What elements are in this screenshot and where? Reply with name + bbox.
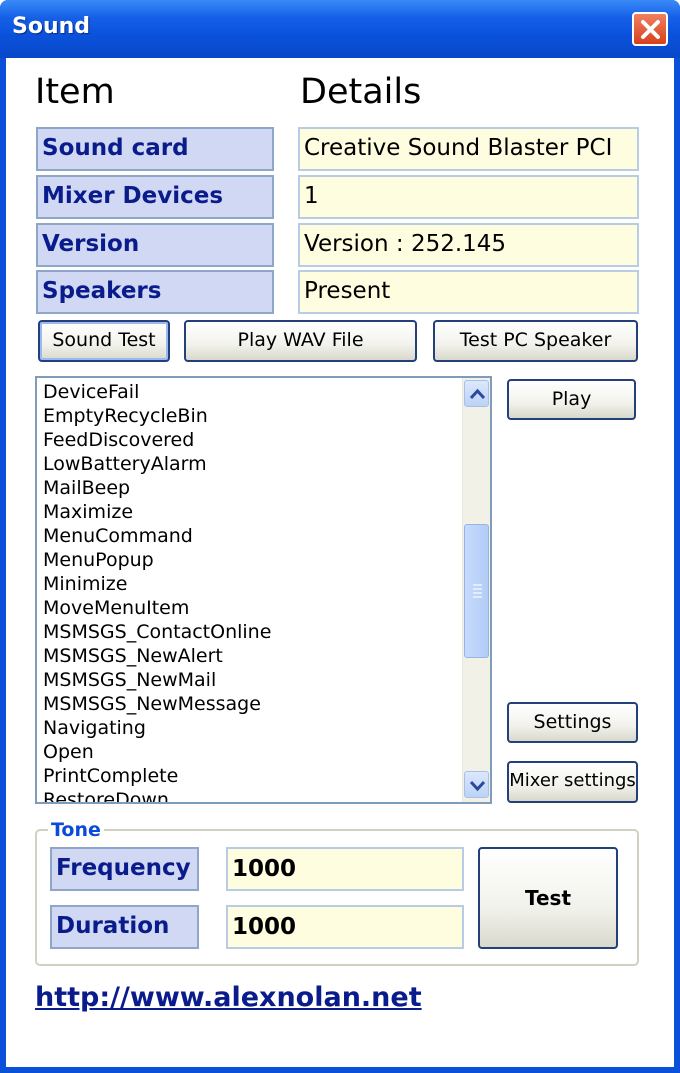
- scroll-thumb[interactable]: [464, 524, 489, 658]
- details-header: Details: [300, 72, 422, 112]
- list-scrollbar[interactable]: [462, 378, 490, 802]
- play-wav-file-button[interactable]: Play WAV File: [184, 320, 417, 362]
- sound-test-button[interactable]: Sound Test: [38, 320, 170, 362]
- sound-events-list[interactable]: DeviceFail EmptyRecycleBin FeedDiscovere…: [35, 376, 492, 804]
- list-item[interactable]: EmptyRecycleBin: [37, 404, 462, 428]
- duration-field[interactable]: 1000: [226, 905, 464, 949]
- frequency-label: Frequency: [50, 847, 199, 891]
- item-cell-mixer-devices: Mixer Devices: [36, 175, 274, 219]
- frequency-field[interactable]: 1000: [226, 847, 464, 891]
- duration-label: Duration: [50, 905, 199, 949]
- close-icon: [641, 20, 660, 39]
- list-item[interactable]: MSMSGS_NewAlert: [37, 644, 462, 668]
- list-item[interactable]: MSMSGS_NewMail: [37, 668, 462, 692]
- list-item[interactable]: Minimize: [37, 572, 462, 596]
- tone-group-label: Tone: [48, 818, 104, 842]
- settings-button[interactable]: Settings: [507, 702, 638, 743]
- list-item[interactable]: Maximize: [37, 500, 462, 524]
- play-button[interactable]: Play: [507, 379, 636, 420]
- client-area: Item Details Sound card Creative Sound B…: [6, 58, 674, 1067]
- scroll-down-button[interactable]: [464, 771, 489, 798]
- list-item[interactable]: Navigating: [37, 716, 462, 740]
- list-item[interactable]: FeedDiscovered: [37, 428, 462, 452]
- sound-list-items: DeviceFail EmptyRecycleBin FeedDiscovere…: [37, 380, 462, 802]
- list-item[interactable]: Open: [37, 740, 462, 764]
- tone-test-button[interactable]: Test: [478, 847, 618, 949]
- sound-window: Sound Item Details Sound card Creative S…: [0, 0, 680, 1073]
- list-item[interactable]: MenuPopup: [37, 548, 462, 572]
- detail-cell-mixer-devices: 1: [298, 175, 639, 219]
- list-item[interactable]: MoveMenuItem: [37, 596, 462, 620]
- test-pc-speaker-button[interactable]: Test PC Speaker: [433, 320, 638, 362]
- scroll-up-button[interactable]: [464, 380, 489, 407]
- list-item[interactable]: MSMSGS_ContactOnline: [37, 620, 462, 644]
- chevron-down-icon: [469, 780, 486, 792]
- item-cell-version: Version: [36, 223, 274, 267]
- item-cell-speakers: Speakers: [36, 270, 274, 314]
- close-button[interactable]: [632, 12, 668, 46]
- window-title: Sound: [12, 14, 91, 39]
- website-link[interactable]: http://www.alexnolan.net: [35, 982, 422, 1013]
- detail-cell-version: Version : 252.145: [298, 223, 639, 267]
- list-item[interactable]: DeviceFail: [37, 380, 462, 404]
- list-item[interactable]: PrintComplete: [37, 764, 462, 788]
- grip-icon: [473, 584, 482, 598]
- list-item[interactable]: MailBeep: [37, 476, 462, 500]
- list-item[interactable]: LowBatteryAlarm: [37, 452, 462, 476]
- detail-cell-sound-card: Creative Sound Blaster PCI: [298, 127, 639, 171]
- title-bar[interactable]: Sound: [0, 0, 680, 58]
- chevron-up-icon: [469, 388, 486, 400]
- list-item[interactable]: RestoreDown: [37, 788, 462, 802]
- list-item[interactable]: MSMSGS_NewMessage: [37, 692, 462, 716]
- item-cell-sound-card: Sound card: [36, 127, 274, 171]
- item-header: Item: [35, 72, 115, 112]
- list-item[interactable]: MenuCommand: [37, 524, 462, 548]
- detail-cell-speakers: Present: [298, 270, 639, 314]
- mixer-settings-button[interactable]: Mixer settings: [507, 761, 638, 803]
